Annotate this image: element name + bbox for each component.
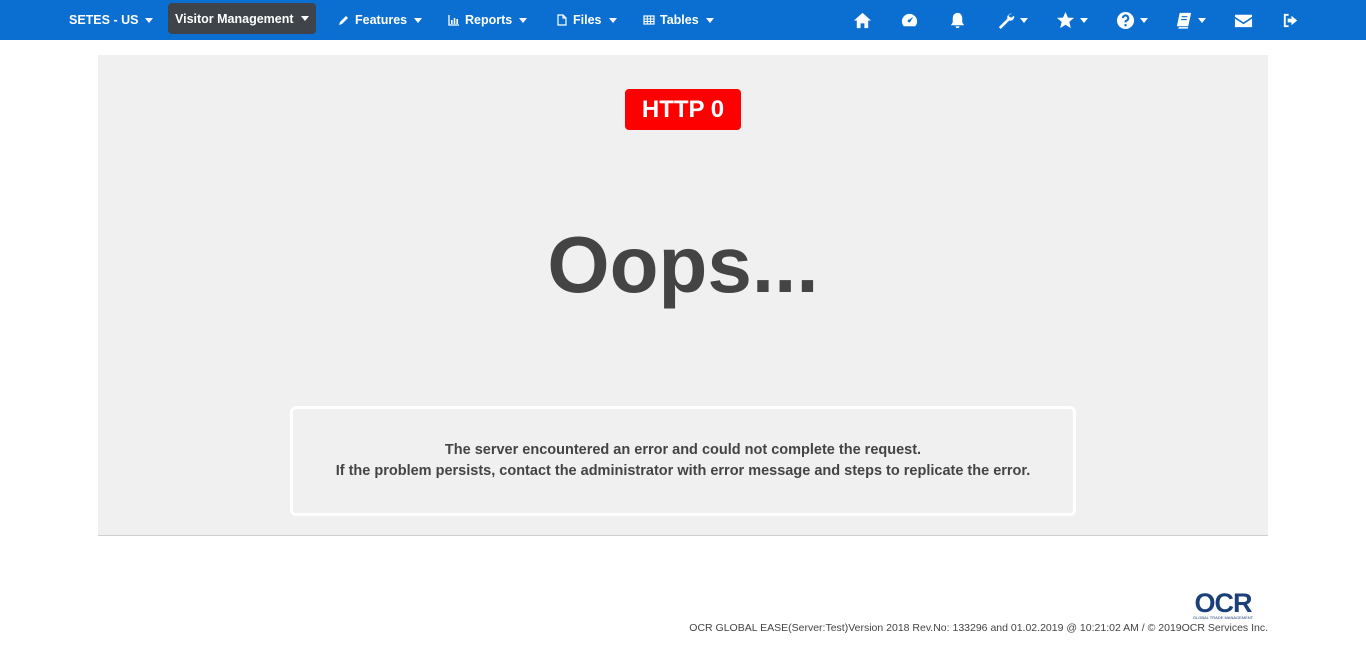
home-button[interactable]	[851, 0, 873, 40]
chevron-down-icon	[1140, 17, 1148, 23]
logout-button[interactable]	[1279, 0, 1301, 40]
file-icon	[557, 14, 567, 26]
chevron-down-icon	[1198, 17, 1206, 23]
chevron-down-icon	[145, 17, 154, 23]
footer-version-text: OCR GLOBAL EASE(Server:Test)Version 2018…	[689, 622, 1268, 634]
nav-org-label: SETES - US	[69, 13, 139, 27]
nav-reports[interactable]: Reports	[440, 6, 535, 34]
pencil-icon	[339, 16, 348, 25]
chevron-down-icon	[1020, 17, 1028, 23]
table-icon	[643, 15, 655, 25]
nav-visitor-management[interactable]: Visitor Management	[168, 3, 316, 34]
question-icon	[1116, 11, 1135, 29]
error-message-box: The server encountered an error and coul…	[290, 406, 1076, 516]
http-status-badge: HTTP 0	[625, 89, 741, 130]
chevron-down-icon	[300, 16, 309, 21]
messages-button[interactable]	[1232, 0, 1254, 40]
nav-reports-label: Reports	[465, 13, 513, 27]
nav-files[interactable]: Files	[548, 6, 625, 34]
home-icon	[853, 12, 871, 28]
star-icon	[1056, 11, 1075, 28]
dashboard-button[interactable]	[898, 0, 920, 40]
nav-visitor-management-label: Visitor Management	[175, 11, 294, 26]
top-navbar: SETES - US Visitor Management Features R…	[0, 0, 1366, 40]
nav-tables-label: Tables	[660, 13, 699, 27]
notifications-button[interactable]	[946, 0, 968, 40]
nav-features[interactable]: Features	[330, 6, 430, 34]
nav-files-label: Files	[573, 13, 602, 27]
settings-menu-button[interactable]	[994, 0, 1030, 40]
error-panel: HTTP 0 Oops... The server encountered an…	[98, 55, 1268, 536]
logo-subtext: GLOBAL TRADE MANAGEMENT	[1193, 615, 1254, 620]
ocr-logo: OCR GLOBAL TRADE MANAGEMENT	[1193, 590, 1254, 620]
help-menu-button[interactable]	[1114, 0, 1150, 40]
chevron-down-icon	[1080, 17, 1088, 23]
error-message-line-2: If the problem persists, contact the adm…	[335, 463, 1031, 479]
sign-out-icon	[1283, 13, 1297, 27]
nav-org-selector[interactable]: SETES - US	[61, 6, 161, 34]
envelope-icon	[1234, 14, 1252, 27]
wrench-icon	[998, 13, 1015, 29]
documentation-menu-button[interactable]	[1172, 0, 1208, 40]
book-icon	[1176, 12, 1192, 29]
bar-chart-icon	[448, 15, 459, 26]
error-message-line-1: The server encountered an error and coul…	[444, 442, 922, 458]
chevron-down-icon	[414, 17, 423, 23]
chevron-down-icon	[519, 17, 528, 23]
nav-features-label: Features	[355, 13, 408, 27]
logo-text: OCR	[1195, 590, 1253, 618]
dashboard-icon	[901, 13, 917, 26]
chevron-down-icon	[705, 17, 714, 23]
chevron-down-icon	[608, 17, 617, 23]
error-heading: Oops...	[547, 220, 819, 309]
nav-tables[interactable]: Tables	[635, 6, 722, 34]
favorites-menu-button[interactable]	[1054, 0, 1090, 40]
bell-icon	[950, 12, 964, 28]
